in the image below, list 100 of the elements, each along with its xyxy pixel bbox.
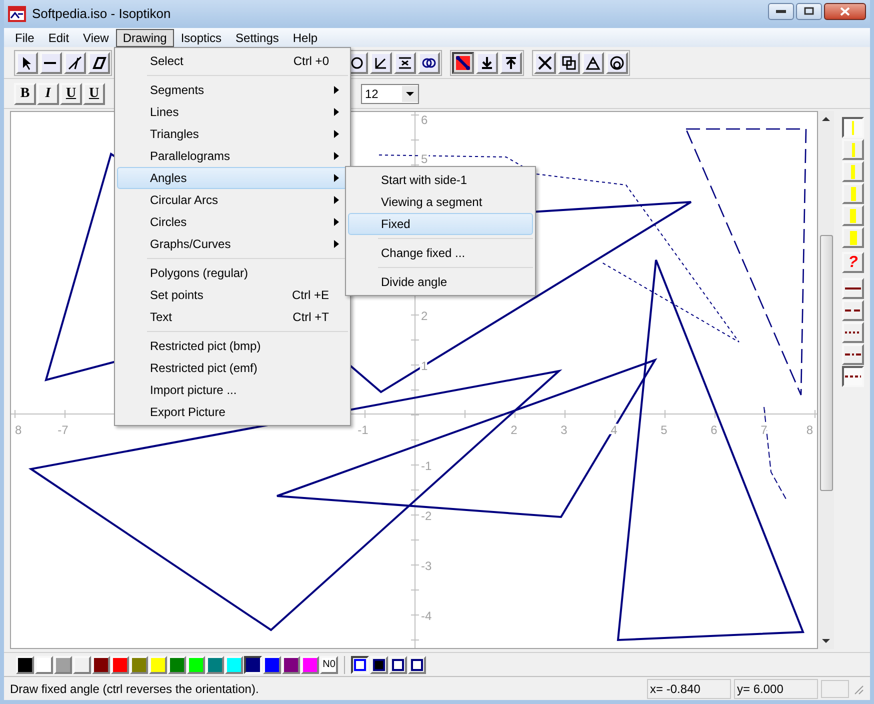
window-title: Softpedia.iso - Isoptikon [32, 5, 172, 24]
axis-label: 2 [420, 309, 428, 323]
menu-entry[interactable]: Viewing a segment [348, 191, 533, 213]
format-button[interactable]: U [83, 82, 105, 104]
fill-mode-icon [411, 658, 423, 670]
line-width-icon [852, 120, 854, 134]
menu-entry-label: Angles [150, 170, 188, 187]
help-button[interactable]: ? [842, 252, 864, 273]
menu-item[interactable]: Help [286, 28, 325, 46]
font-size-dropdown[interactable]: 12 [361, 84, 419, 104]
axis-label: 7 [760, 423, 768, 437]
format-button[interactable]: B [14, 82, 36, 104]
menu-shortcut: Ctrl +T [292, 309, 329, 326]
menu-entry[interactable]: Restricted pict (bmp) [117, 335, 348, 357]
menu-entry[interactable]: Start with side-1 [348, 169, 533, 191]
menu-entry-label: Set points [150, 287, 204, 304]
axis-label: -2 [420, 509, 432, 523]
menu-entry[interactable]: Angles [117, 167, 348, 189]
close-icon [840, 6, 850, 16]
line-style-icon [845, 287, 862, 290]
menu-entry[interactable]: Select Ctrl +0 [117, 50, 348, 72]
menu-entry-label: Restricted pict (bmp) [150, 338, 262, 355]
status-message: Draw fixed angle (ctrl reverses the orientation). [10, 680, 260, 698]
fill-mode-icon [373, 658, 385, 670]
menu-entry-label: Restricted pict (emf) [150, 360, 258, 377]
scrollbar-thumb[interactable] [820, 235, 833, 491]
menu-entry-label: Segments [150, 82, 206, 99]
menu-entry-label: Select [150, 53, 184, 70]
axis-label: -1 [358, 423, 368, 437]
menu-entry[interactable]: Change fixed ... [348, 242, 533, 264]
fill-mode-button[interactable] [351, 656, 369, 674]
menu-item[interactable]: View [76, 28, 116, 46]
menu-entry[interactable]: Graphs/Curves [117, 233, 348, 255]
y-coordinate: y= 6.000 [734, 678, 818, 698]
menu-item[interactable]: Edit [41, 28, 76, 46]
line-width-icon [852, 142, 855, 156]
menu-entry[interactable]: Divide angle [348, 271, 533, 293]
fill-mode-icon [354, 658, 366, 670]
vertical-scrollbar[interactable] [818, 111, 834, 649]
no-color-button[interactable]: N0 [320, 656, 338, 674]
menu-entry[interactable]: Triangles [117, 123, 348, 145]
close-button[interactable] [824, 2, 866, 20]
format-button[interactable]: I [37, 82, 59, 104]
axis-label: 6 [710, 423, 718, 437]
axis-label: -3 [420, 559, 432, 573]
menu-entry[interactable]: Import picture ... [117, 379, 348, 401]
line-style-icon [845, 353, 862, 356]
menu-item[interactable]: Settings [228, 28, 286, 46]
menu-shortcut: Ctrl +0 [293, 53, 329, 70]
axis-label: 5 [660, 423, 668, 437]
maximize-button[interactable] [796, 2, 822, 20]
line-width-icon [851, 164, 856, 178]
menu-entry-label: Text [150, 309, 174, 326]
axis-label: -4 [420, 609, 432, 623]
menu-entry[interactable]: Circles [117, 211, 348, 233]
menu-shortcut: Ctrl +E [292, 287, 329, 304]
maximize-icon [804, 7, 814, 15]
menu-item[interactable]: Isoptics [174, 28, 229, 46]
line-style-icon [845, 331, 862, 334]
line-icon [66, 54, 84, 72]
line-width-icon [850, 208, 856, 222]
menu-item[interactable]: Drawing [116, 28, 174, 46]
line-width-icon [850, 186, 856, 200]
color-swatch[interactable] [244, 656, 262, 674]
line-width-button[interactable] [842, 117, 864, 138]
menu-entry-label: Export Picture [150, 404, 226, 421]
axis-label: 8 [14, 423, 22, 437]
menu-entry[interactable]: Text Ctrl +T [117, 306, 348, 328]
toolbar-button[interactable] [452, 52, 474, 74]
fill-mode-icon [392, 658, 404, 670]
format-button[interactable]: U [60, 82, 82, 104]
line-width-icon [850, 230, 857, 244]
overlapping-squares-icon [560, 54, 578, 72]
line-style-button[interactable] [842, 366, 864, 387]
menu-entry-label: Circular Arcs [150, 192, 220, 209]
menu-entry[interactable]: Circular Arcs [117, 189, 348, 211]
menu-entry-label: Triangles [150, 126, 200, 143]
minimize-icon [776, 9, 786, 13]
menu-entry-label: Graphs/Curves [150, 236, 232, 253]
axis-label: -1 [420, 459, 432, 473]
resize-grip-icon [852, 682, 864, 694]
x-coordinate: x= -0.840 [647, 678, 731, 698]
menu-entry[interactable]: Polygons (regular) [117, 262, 348, 284]
minimize-button[interactable] [768, 2, 794, 20]
app-logo-icon [8, 6, 26, 22]
line-style-icon [845, 375, 862, 378]
menu-item[interactable]: File [8, 28, 42, 46]
nested-circles-icon [608, 54, 626, 72]
axis-label: 6 [420, 113, 428, 127]
menu-entry[interactable]: Restricted pict (emf) [117, 357, 348, 379]
menu-entry[interactable]: Set points Ctrl +E [117, 284, 348, 306]
menu-entry[interactable]: Export Picture [117, 401, 348, 423]
axis-label: 5 [420, 152, 428, 166]
cross-icon [536, 54, 554, 72]
menu-entry[interactable]: Segments [117, 79, 348, 101]
font-size-value: 12 [364, 86, 380, 102]
menu-entry-label: Circles [150, 214, 188, 231]
menu-entry[interactable]: Parallelograms [117, 145, 348, 167]
menu-entry[interactable]: Fixed [348, 213, 533, 235]
line-style-icon [845, 309, 862, 312]
